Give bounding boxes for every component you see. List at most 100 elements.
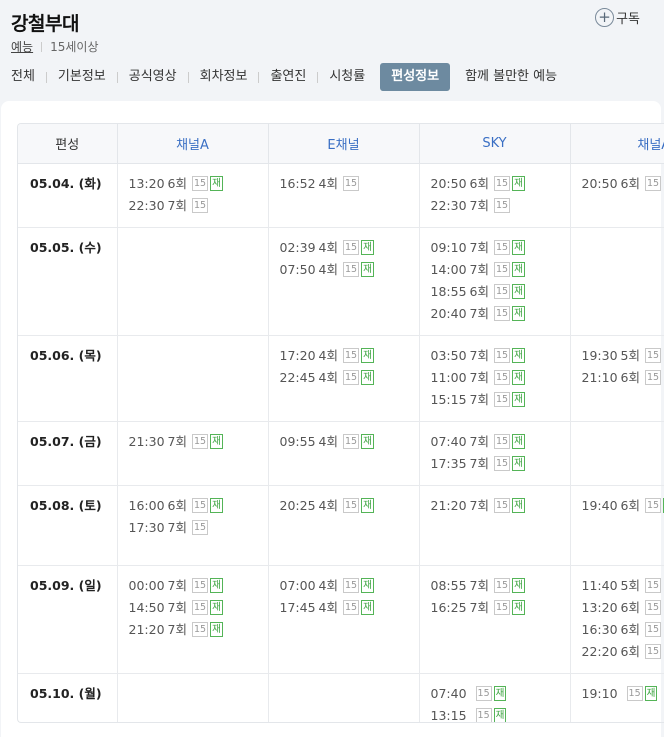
airing-slot: 21:20 7회 15 재 — [129, 619, 268, 641]
schedule-cell: 20:50 6회 15 재 22:30 7회 15 — [418, 163, 570, 228]
episode-number: 7회 — [469, 347, 489, 363]
airing-time: 19:40 — [581, 497, 618, 513]
airing-time: 14:00 — [430, 261, 467, 277]
rerun-badge: 재 — [210, 622, 223, 637]
age-rating-badge: 15 — [644, 644, 662, 659]
airing-time: 17:20 — [279, 347, 316, 363]
column-header-channel[interactable]: E채널 — [267, 124, 419, 164]
column-header-channel[interactable]: SKY — [418, 124, 570, 164]
schedule-cell — [569, 227, 664, 336]
rerun-badge: 재 — [512, 370, 525, 385]
episode-number: 6회 — [620, 643, 640, 659]
tab-3[interactable]: 회차정보 — [189, 63, 259, 91]
schedule-table: 편성채널AE채널SKY채널A플러스 05.04. (화)13:206회15재22… — [18, 124, 664, 722]
age-rating-badge: 15 — [475, 686, 492, 701]
rerun-badge: 재 — [493, 708, 507, 722]
table-row: 05.07. (금) 21:30 7회 15 재 09:55 4회 15 재 07:40 7회 15 재… — [18, 421, 664, 486]
age-rating-badge: 15 — [191, 434, 209, 449]
schedule-cell: 09:10 7회 15 재 14:00 7회 15 재 18:55 6회 15 재 20:40 7회 15 재 — [418, 227, 570, 336]
schedule-panel: 편성채널AE채널SKY채널A플러스 05.04. (화)13:206회15재22… — [1, 101, 664, 737]
rerun-badge: 재 — [512, 434, 525, 449]
age-rating-badge: 15 — [644, 348, 662, 363]
schedule-cell: 00:00 7회 15 재 14:50 7회 15 재 21:20 7회 15 재 — [116, 565, 268, 674]
airing-time: 19:10 — [581, 685, 618, 701]
age-rating-badge: 15 — [644, 498, 662, 513]
schedule-cell — [116, 673, 268, 722]
schedule-cell: 19:10 15 재 — [569, 673, 664, 722]
airing-time: 00:00 — [128, 577, 165, 593]
genre-link[interactable]: 예능 — [11, 38, 33, 55]
tab-2[interactable]: 공식영상 — [118, 63, 188, 91]
schedule-cell: 21:20 7회 15 재 — [418, 485, 570, 566]
tab-7[interactable]: 함께 볼만한 예능 — [454, 63, 568, 91]
date-cell: 05.07. (금) — [18, 421, 117, 486]
airing-slot: 18:55 6회 15 재 — [431, 281, 570, 303]
airing-slot: 00:00 7회 15 재 — [129, 575, 268, 597]
schedule-cell: 03:50 7회 15 재 11:00 7회 15 재 15:15 7회 15 재 — [418, 335, 570, 422]
age-rating-badge: 15 — [493, 306, 511, 321]
airing-time: 18:55 — [430, 283, 467, 299]
tab-1[interactable]: 기본정보 — [47, 63, 117, 91]
rerun-badge: 재 — [512, 578, 525, 593]
airing-slot: 16:00 6회 15 재 — [129, 495, 268, 517]
airing-slot: 21:20 7회 15 재 — [431, 495, 570, 517]
episode-number: 6회 — [620, 369, 640, 385]
episode-number: 6회 — [167, 497, 187, 513]
date-cell: 05.05. (수) — [18, 227, 117, 336]
airing-time: 14:50 — [128, 599, 165, 615]
rerun-badge: 재 — [512, 240, 525, 255]
tab-0[interactable]: 전체 — [0, 63, 46, 91]
schedule-cell: 17:20 4회 15 재 22:45 4회 15 재 — [267, 335, 419, 422]
tab-4[interactable]: 출연진 — [259, 63, 317, 91]
airing-slot: 19:406회15재 — [582, 495, 664, 517]
tab-5[interactable]: 시청률 — [318, 63, 376, 91]
airing-slot: 19:30 5회 15 — [582, 345, 664, 367]
age-rating-badge: 15 — [493, 262, 511, 277]
age-rating-badge: 15 — [493, 578, 511, 593]
age-rating-badge: 15 — [342, 176, 360, 191]
airing-slot: 19:10 15 재 — [582, 683, 664, 705]
episode-number: 6회 — [620, 497, 640, 513]
airing-time: 16:52 — [279, 175, 316, 191]
airing-slot: 17:30 7회 15 — [129, 517, 268, 539]
airing-slot: 14:50 7회 15 재 — [129, 597, 268, 619]
rerun-badge: 재 — [512, 348, 525, 363]
episode-number: 7회 — [167, 197, 187, 213]
age-rating-badge: 15 — [493, 198, 511, 213]
table-body: 05.04. (화) 13:20 6회 15 재 22:30 7회 15 16:52 4회 15 20… — [18, 163, 664, 722]
airing-time: 17:45 — [279, 599, 316, 615]
table-row: 05.05. (수) 02:39 4회 15 재 07:50 4회 15 재 09:10 7회 15 재… — [18, 227, 664, 336]
airing-slot: 20:50 6회 15 — [582, 173, 664, 195]
episode-number: 5회 — [620, 577, 640, 593]
airing-time: 20:50 — [430, 175, 467, 191]
episode-number: 5회 — [620, 347, 640, 363]
airing-time: 21:20 — [430, 497, 467, 513]
column-header-channel[interactable]: 채널A플러스 — [569, 124, 664, 164]
airing-time: 22:30 — [430, 197, 467, 213]
episode-number: 7회 — [469, 305, 489, 321]
rerun-badge: 재 — [361, 434, 374, 449]
schedule-table-wrapper: 편성채널AE채널SKY채널A플러스 05.04. (화)13:206회15재22… — [17, 123, 664, 723]
subscribe-button[interactable]: + 구독 — [595, 8, 640, 27]
airing-time: 16:30 — [581, 621, 618, 637]
table-row: 05.04. (화) 13:20 6회 15 재 22:30 7회 15 16:52 4회 15 20… — [18, 163, 664, 228]
episode-number: 7회 — [469, 455, 489, 471]
airing-slot: 07:00 4회 15 재 — [280, 575, 419, 597]
rerun-badge: 재 — [361, 498, 374, 513]
airing-slot: 03:50 7회 15 재 — [431, 345, 570, 367]
tab-6[interactable]: 편성정보 — [380, 63, 451, 91]
airing-time: 07:40 — [430, 685, 467, 701]
age-rating-badge: 15 — [493, 392, 511, 407]
episode-number: 4회 — [318, 347, 338, 363]
divider — [41, 41, 43, 52]
episode-number: 4회 — [318, 369, 338, 385]
airing-slot: 13:20 6회 15 — [582, 597, 664, 619]
rerun-badge: 재 — [493, 686, 507, 701]
column-header-channel[interactable]: 채널A — [116, 124, 268, 164]
airing-slot: 13:15 15 재 — [431, 705, 570, 722]
rerun-badge: 재 — [361, 348, 374, 363]
airing-slot: 20:25 4회 15 재 — [280, 495, 419, 517]
episode-number: 7회 — [469, 369, 489, 385]
program-title: 강철부대 — [11, 13, 79, 35]
airing-slot: 14:00 7회 15 재 — [431, 259, 570, 281]
